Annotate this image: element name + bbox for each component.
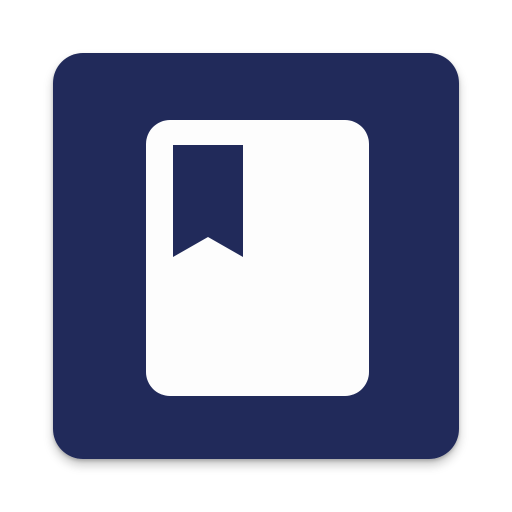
app-icon-canvas [0, 0, 512, 512]
app-icon-graphic [53, 53, 459, 459]
book-with-bookmark-icon [146, 120, 369, 396]
app-icon[interactable] [53, 53, 459, 459]
